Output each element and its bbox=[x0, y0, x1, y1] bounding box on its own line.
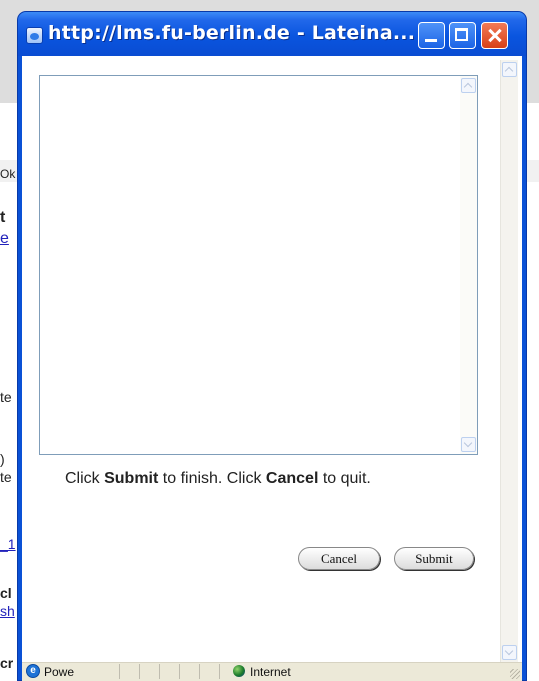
scroll-down-arrow-icon[interactable] bbox=[502, 645, 517, 660]
status-panel bbox=[139, 664, 159, 679]
background-text: ) bbox=[0, 451, 5, 467]
ie-page-icon bbox=[26, 27, 43, 44]
scroll-up-arrow-icon[interactable] bbox=[461, 78, 476, 93]
textarea-scrollbar[interactable] bbox=[460, 76, 477, 454]
instruction-submit-word: Submit bbox=[104, 470, 159, 487]
background-text: cl bbox=[0, 585, 12, 601]
globe-icon bbox=[233, 665, 245, 677]
status-text: Powe bbox=[44, 665, 75, 679]
title-bar[interactable]: http://lms.fu-berlin.de - Lateina... bbox=[18, 12, 526, 56]
status-panel bbox=[199, 664, 219, 679]
scroll-up-arrow-icon[interactable] bbox=[502, 62, 517, 77]
scroll-down-arrow-icon[interactable] bbox=[461, 437, 476, 452]
page-scrollbar[interactable] bbox=[500, 60, 518, 662]
comment-textarea[interactable] bbox=[39, 75, 478, 455]
maximize-button[interactable] bbox=[449, 22, 476, 49]
zone-label: Internet bbox=[250, 665, 291, 679]
background-text: Ok bbox=[0, 167, 16, 181]
resize-grip-icon[interactable] bbox=[510, 669, 520, 679]
background-text: t bbox=[0, 209, 6, 226]
minimize-button[interactable] bbox=[418, 22, 445, 49]
background-text: cr bbox=[0, 655, 14, 671]
background-link[interactable]: _1 bbox=[0, 537, 16, 551]
submit-button[interactable]: Submit bbox=[394, 547, 474, 570]
instruction-cancel-word: Cancel bbox=[265, 470, 319, 487]
close-button[interactable] bbox=[481, 22, 508, 49]
status-panel bbox=[119, 664, 139, 679]
status-panel bbox=[159, 664, 179, 679]
background-text: te bbox=[0, 469, 12, 485]
background-link[interactable]: e bbox=[0, 231, 9, 247]
status-panel bbox=[179, 664, 199, 679]
page-content: Click Submit to finish. Click Cancel to … bbox=[22, 56, 522, 662]
zone-panel bbox=[219, 664, 409, 679]
background-text: te bbox=[0, 389, 12, 405]
popup-window: http://lms.fu-berlin.de - Lateina... Cli… bbox=[18, 12, 526, 681]
instruction-text: Click Submit to finish. Click Cancel to … bbox=[65, 470, 371, 487]
cancel-button[interactable]: Cancel bbox=[298, 547, 380, 570]
window-title: http://lms.fu-berlin.de - Lateina... bbox=[48, 22, 416, 44]
status-bar: e Powe Internet bbox=[22, 662, 522, 681]
ie-icon: e bbox=[26, 664, 40, 678]
background-link[interactable]: sh bbox=[0, 604, 15, 618]
